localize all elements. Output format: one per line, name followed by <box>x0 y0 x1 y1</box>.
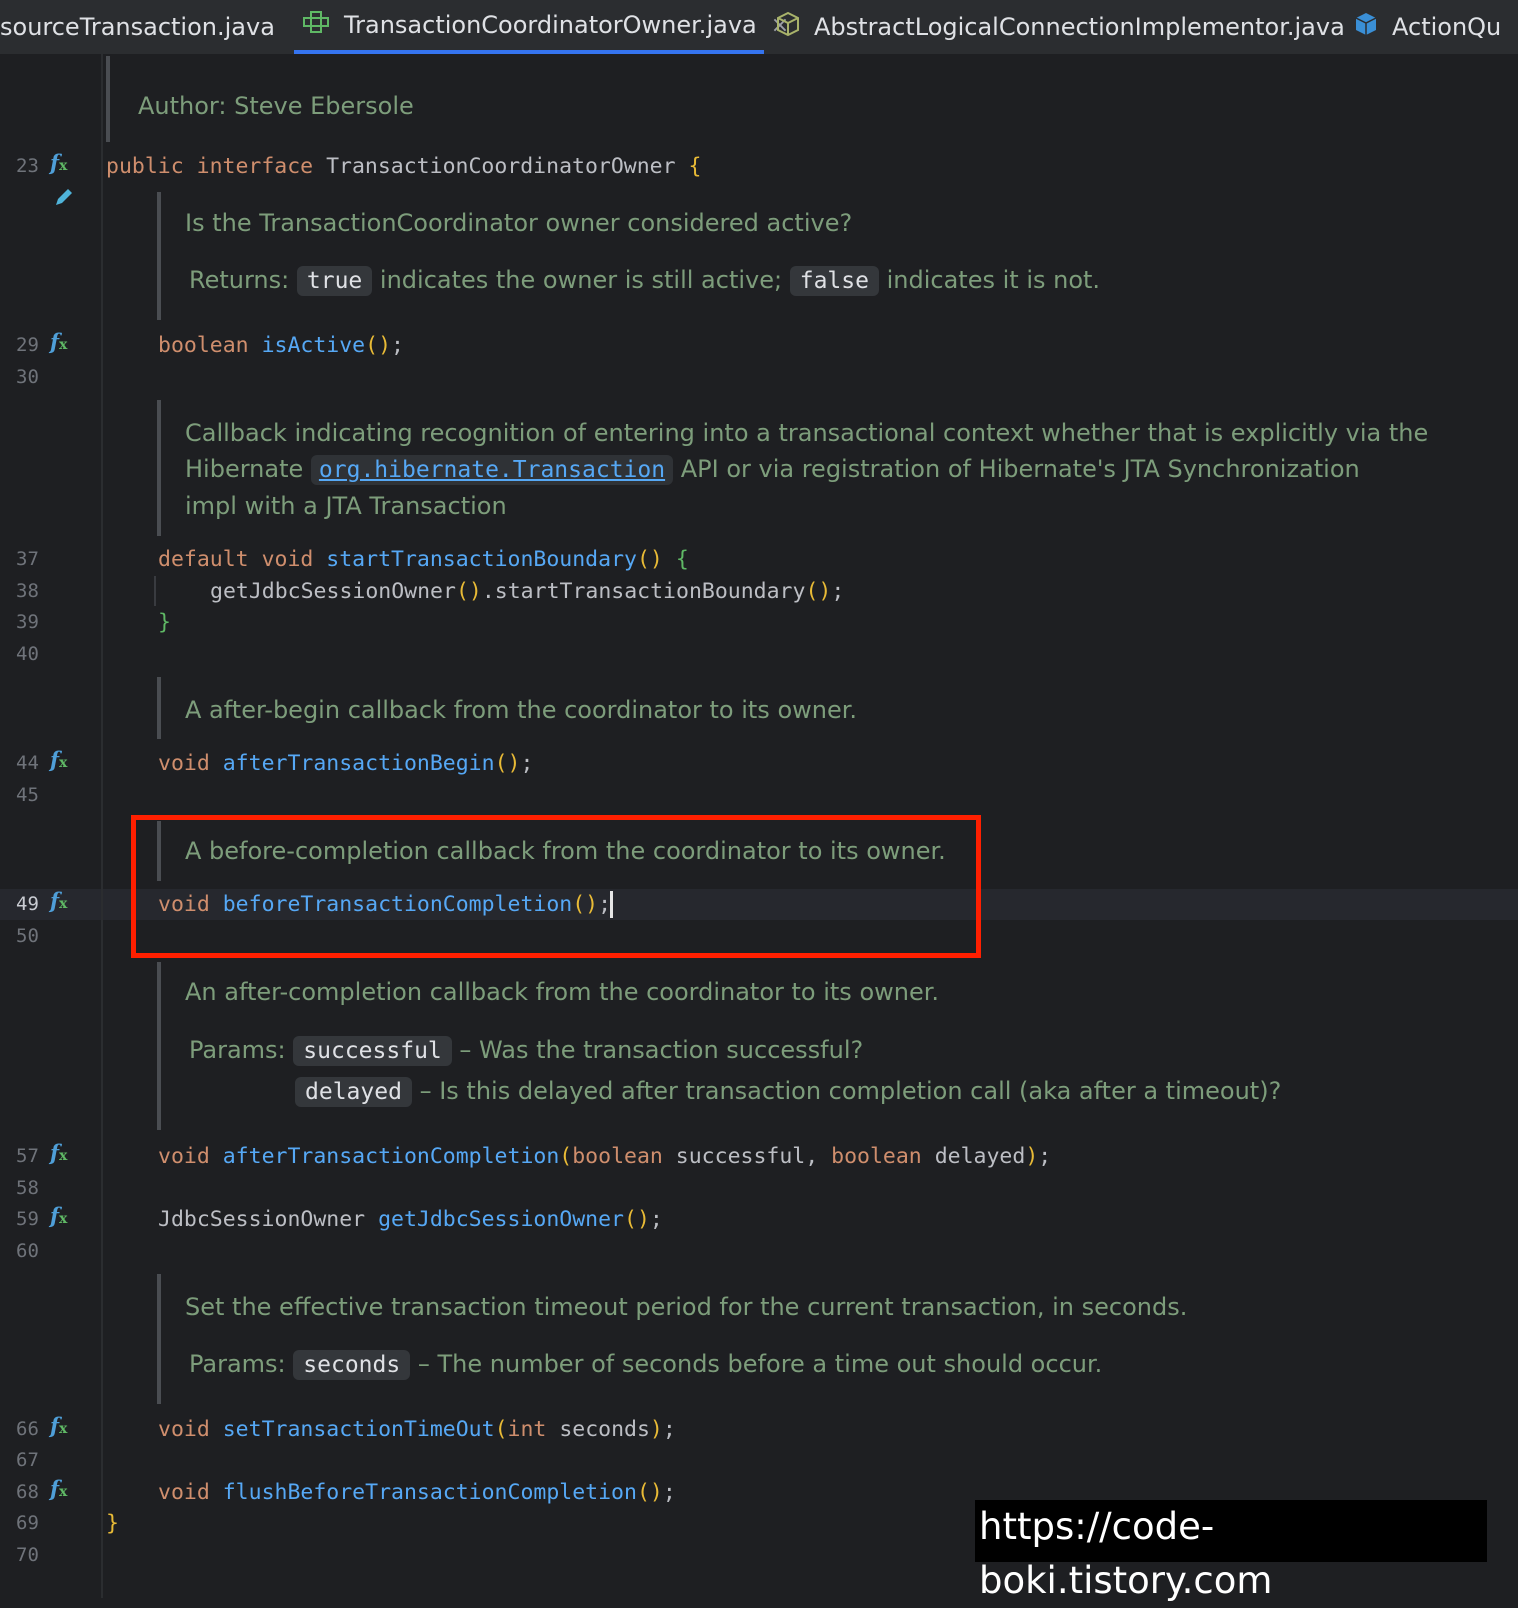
tab-label: AbstractLogicalConnectionImplementor.jav… <box>814 13 1345 41</box>
implementation-icon[interactable]: fx <box>50 150 67 175</box>
doc-comment-bar <box>157 677 161 739</box>
doc-param-successful: Params: successful – Was the transaction… <box>189 1036 864 1066</box>
interface-declaration[interactable]: public interface TransactionCoordinatorO… <box>106 154 701 179</box>
doc-start-boundary-line3: impl with a JTA Transaction <box>185 492 507 520</box>
method-start-transaction-boundary[interactable]: default void startTransactionBoundary() … <box>158 547 689 572</box>
gutter-separator <box>101 54 103 1598</box>
implementation-icon[interactable]: fx <box>50 329 67 354</box>
implementation-icon[interactable]: fx <box>50 888 67 913</box>
method-get-jdbc-session-owner[interactable]: JdbcSessionOwner getJdbcSessionOwner(); <box>158 1207 663 1232</box>
code-chip: delayed <box>295 1077 412 1107</box>
line-number[interactable]: 40 <box>16 643 56 665</box>
doc-start-boundary-line2: Hibernate org.hibernate.Transaction API … <box>185 455 1360 485</box>
tab-action-queue[interactable]: ActionQu <box>1354 0 1501 54</box>
editor-tab-bar: sourceTransaction.java TransactionCoordi… <box>0 0 1518 55</box>
watermark: https://code-boki.tistory.com <box>975 1500 1487 1602</box>
tab-label: TransactionCoordinatorOwner.java <box>344 11 757 39</box>
interface-icon <box>302 10 330 40</box>
implementation-icon[interactable]: fx <box>50 1203 67 1228</box>
doc-comment-bar <box>157 400 161 536</box>
method-body-call[interactable]: getJdbcSessionOwner().startTransactionBo… <box>210 579 844 604</box>
code-chip: false <box>789 266 879 296</box>
doc-comment-bar <box>157 962 161 1130</box>
implementation-icon[interactable]: fx <box>50 1140 67 1165</box>
doc-returns: Returns: true indicates the owner is sti… <box>189 266 1101 296</box>
line-number[interactable]: 69 <box>16 1512 56 1534</box>
interface-closing-brace[interactable]: } <box>106 1511 119 1536</box>
doc-after-completion: An after-completion callback from the co… <box>185 978 940 1006</box>
code-chip: successful <box>293 1036 452 1066</box>
doc-param-delayed: delayed – Is this delayed after transact… <box>295 1077 1281 1107</box>
tab-label: ActionQu <box>1392 13 1502 41</box>
line-number[interactable]: 39 <box>16 611 56 633</box>
code-chip: true <box>296 266 373 296</box>
doc-start-boundary-line1: Callback indicating recognition of enter… <box>185 419 1429 447</box>
doc-param-seconds: Params: seconds – The number of seconds … <box>189 1350 1103 1380</box>
line-number[interactable]: 70 <box>16 1544 56 1566</box>
implementation-icon[interactable]: fx <box>50 747 67 772</box>
line-number[interactable]: 60 <box>16 1240 56 1262</box>
code-chip: seconds <box>293 1350 411 1380</box>
tab-label: sourceTransaction.java <box>0 13 275 41</box>
abstract-class-icon <box>776 11 800 43</box>
closing-brace[interactable]: } <box>158 610 171 635</box>
indent-guide <box>154 576 156 606</box>
tab-source-transaction[interactable]: sourceTransaction.java <box>0 0 275 54</box>
doc-author: Author: Steve Ebersole <box>138 92 414 120</box>
implementation-icon[interactable]: fx <box>50 1413 67 1438</box>
class-icon <box>1354 11 1378 43</box>
method-after-transaction-begin[interactable]: void afterTransactionBegin(); <box>158 751 533 776</box>
doc-is-active: Is the TransactionCoordinator owner cons… <box>185 209 853 237</box>
line-number[interactable]: 58 <box>16 1177 56 1199</box>
line-number[interactable]: 45 <box>16 784 56 806</box>
line-number[interactable]: 37 <box>16 548 56 570</box>
doc-transaction-timeout: Set the effective transaction timeout pe… <box>185 1293 1188 1321</box>
doc-comment-bar <box>157 1274 161 1404</box>
highlight-box <box>131 815 981 958</box>
method-set-transaction-timeout[interactable]: void setTransactionTimeOut(int seconds); <box>158 1417 676 1442</box>
method-is-active[interactable]: boolean isActive(); <box>158 333 404 358</box>
method-flush-before-transaction-completion[interactable]: void flushBeforeTransactionCompletion(); <box>158 1480 676 1505</box>
line-number[interactable]: 67 <box>16 1449 56 1471</box>
line-number[interactable]: 38 <box>16 580 56 602</box>
tab-abstract-logical-connection[interactable]: AbstractLogicalConnectionImplementor.jav… <box>776 0 1345 54</box>
line-number[interactable]: 30 <box>16 366 56 388</box>
doc-comment-bar <box>157 192 161 320</box>
method-after-transaction-completion[interactable]: void afterTransactionCompletion(boolean … <box>158 1144 1051 1169</box>
doc-comment-bar <box>106 56 110 142</box>
line-number[interactable]: 50 <box>16 925 56 947</box>
pencil-icon[interactable] <box>52 185 76 209</box>
doc-after-begin: A after-begin callback from the coordina… <box>185 696 858 724</box>
tab-transaction-coordinator-owner[interactable]: TransactionCoordinatorOwner.java × <box>294 0 789 54</box>
doc-link-hibernate-transaction[interactable]: org.hibernate.Transaction <box>310 455 674 485</box>
implementation-icon[interactable]: fx <box>50 1476 67 1501</box>
